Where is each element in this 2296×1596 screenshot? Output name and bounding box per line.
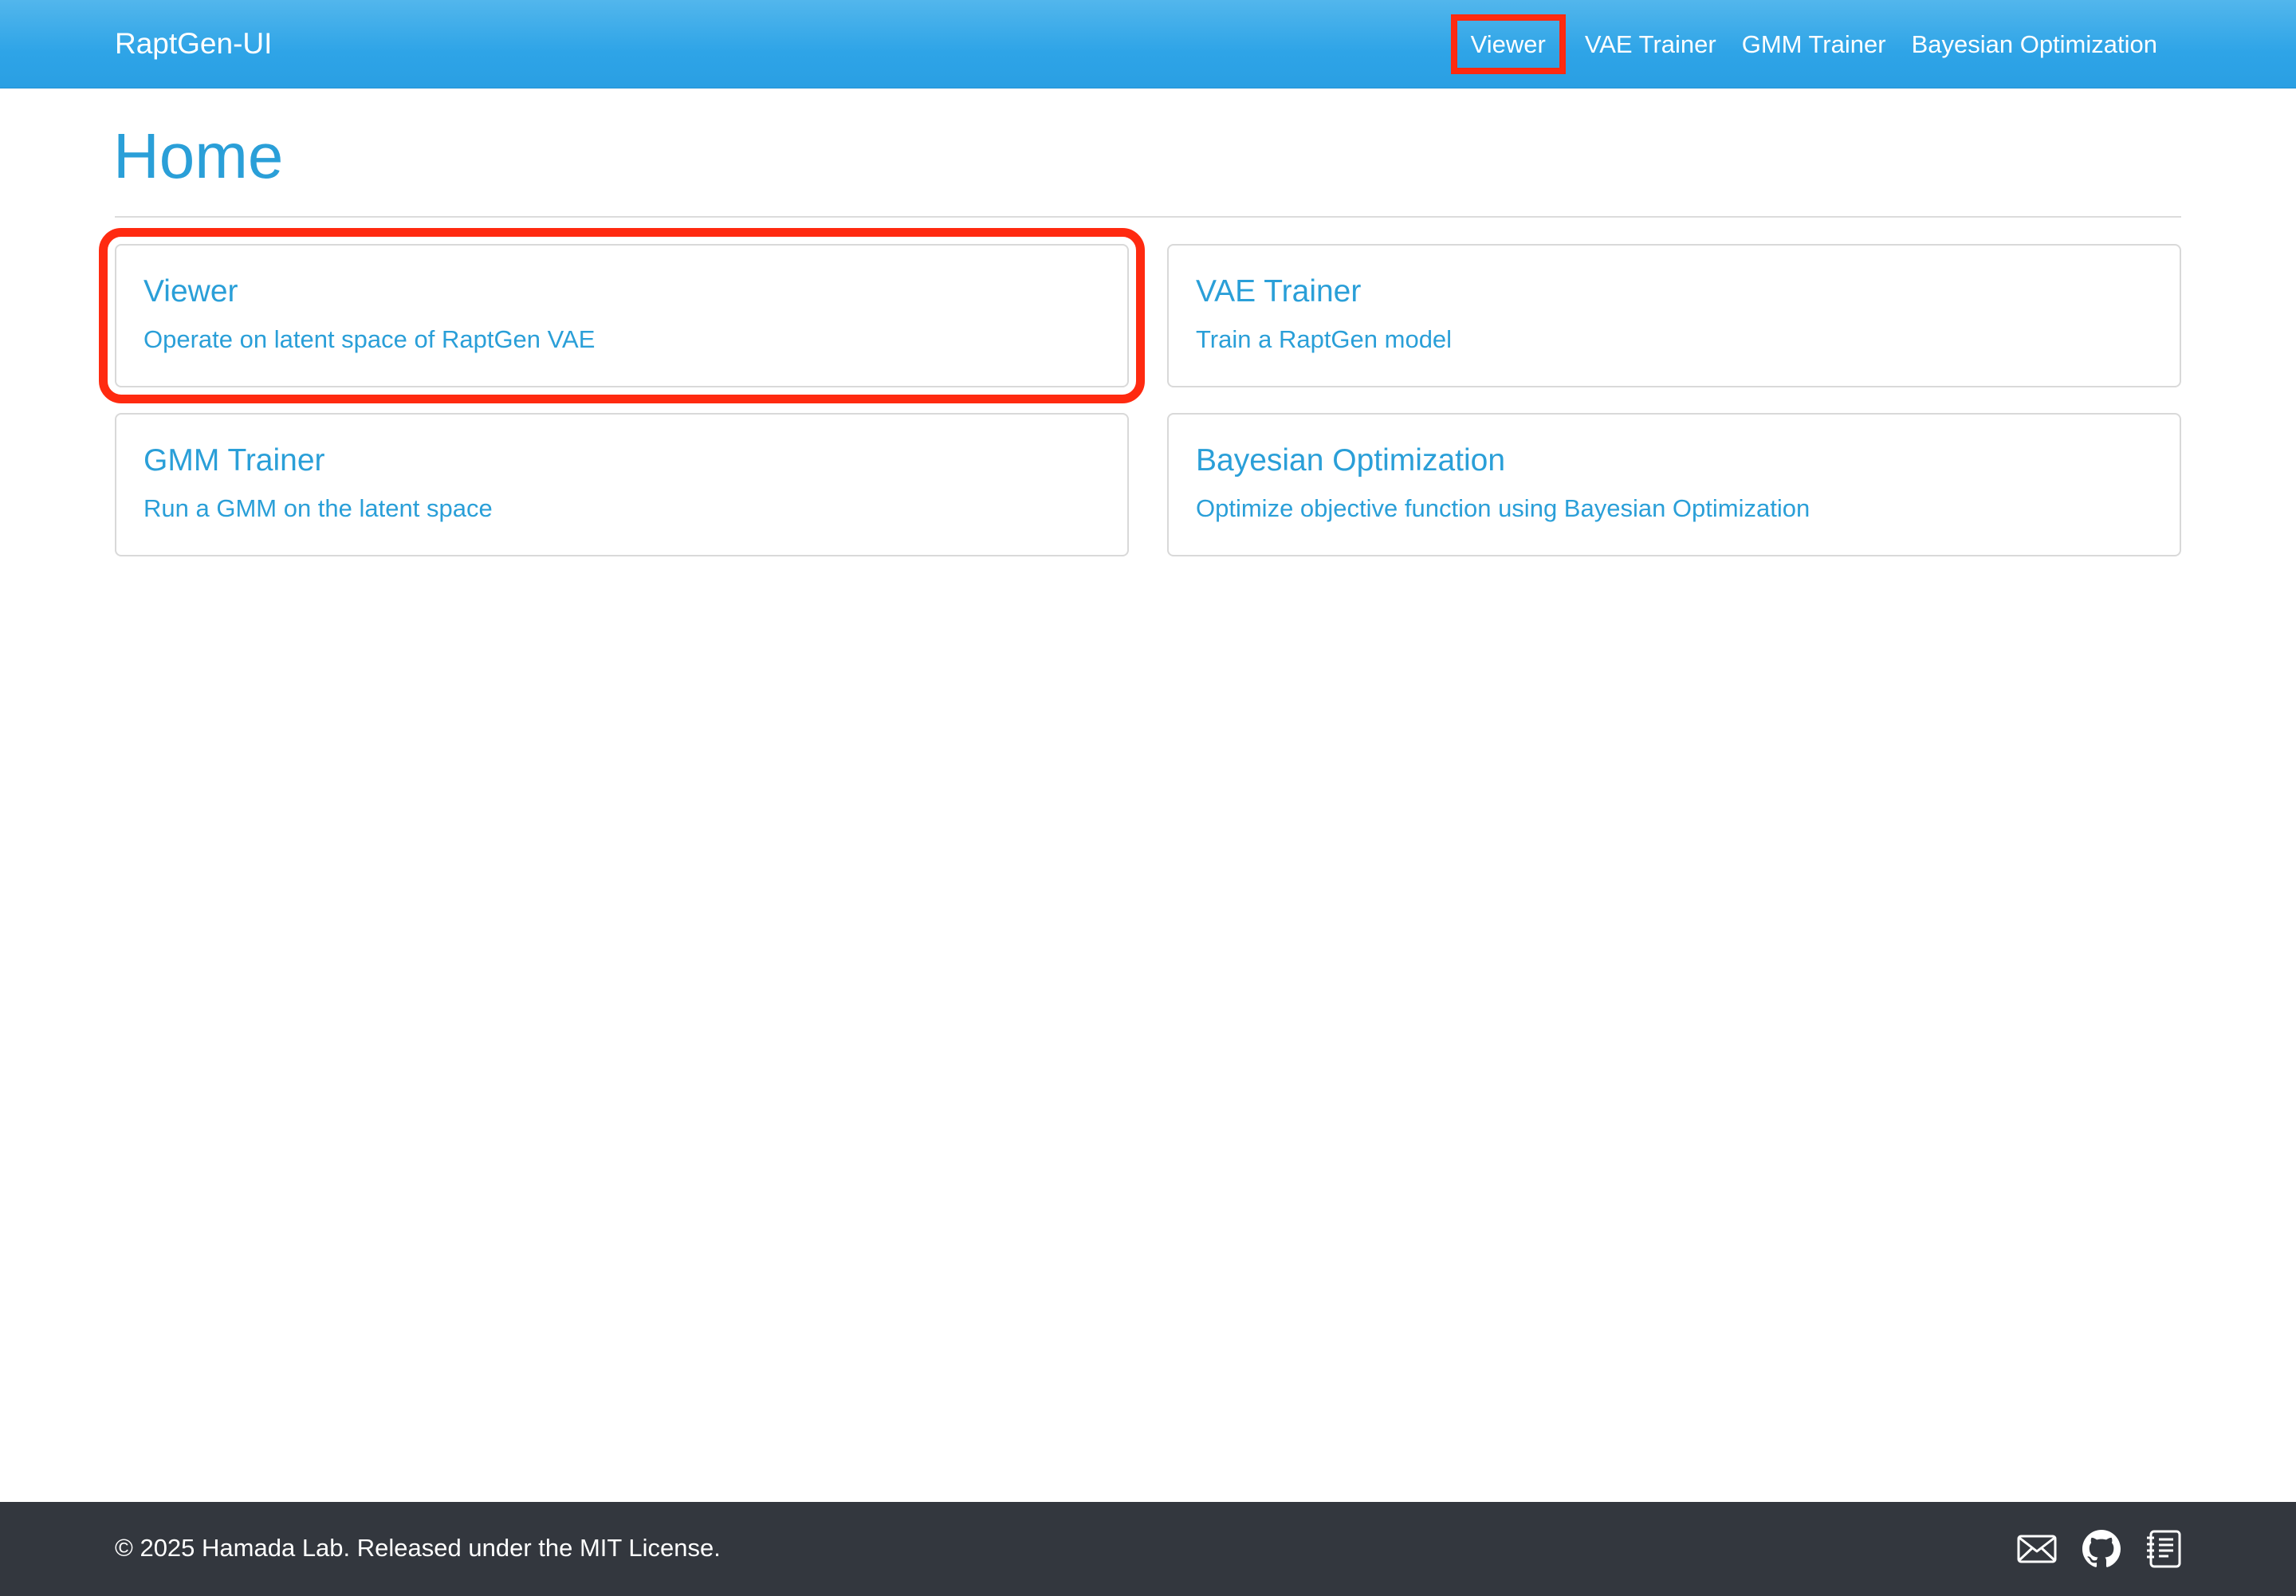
nav-link-bayesian-optimization[interactable]: Bayesian Optimization bbox=[1899, 14, 2170, 74]
card-description: Train a RaptGen model bbox=[1196, 325, 1453, 353]
card-title: Bayesian Optimization bbox=[1196, 443, 1506, 478]
card-gmm-trainer[interactable]: GMM Trainer Run a GMM on the latent spac… bbox=[115, 413, 1129, 556]
footer-icons bbox=[1991, 1527, 2181, 1570]
navbar: RaptGen-UI Viewer VAE Trainer GMM Traine… bbox=[0, 0, 2296, 88]
github-icon[interactable] bbox=[2082, 1530, 2121, 1568]
footer: © 2025 Hamada Lab. Released under the MI… bbox=[0, 1502, 2296, 1596]
nav-link-gmm-trainer[interactable]: GMM Trainer bbox=[1729, 14, 1899, 74]
card-title: GMM Trainer bbox=[144, 443, 325, 478]
card-description: Run a GMM on the latent space bbox=[144, 494, 493, 522]
nav-link-viewer[interactable]: Viewer bbox=[1450, 14, 1566, 74]
footer-copyright: © 2025 Hamada Lab. Released under the MI… bbox=[115, 1534, 721, 1562]
brand-link[interactable]: RaptGen-UI bbox=[115, 26, 272, 62]
card-bayesian-optimization[interactable]: Bayesian Optimization Optimize objective… bbox=[1167, 413, 2181, 556]
card-description: Operate on latent space of RaptGen VAE bbox=[144, 325, 596, 353]
card-viewer[interactable]: Viewer Operate on latent space of RaptGe… bbox=[99, 228, 1145, 403]
card-title: Viewer bbox=[144, 274, 238, 309]
page: RaptGen-UI Viewer VAE Trainer GMM Traine… bbox=[0, 0, 2296, 1596]
envelope-icon[interactable] bbox=[2017, 1533, 2057, 1565]
nav-link-vae-trainer[interactable]: VAE Trainer bbox=[1572, 14, 1729, 74]
card-description: Optimize objective function using Bayesi… bbox=[1196, 494, 1810, 522]
card-title: VAE Trainer bbox=[1196, 274, 1362, 309]
card-vae-trainer[interactable]: VAE Trainer Train a RaptGen model bbox=[1167, 244, 2181, 387]
nav-links: Viewer VAE Trainer GMM Trainer Bayesian … bbox=[1450, 14, 2170, 74]
title-divider bbox=[115, 216, 2181, 218]
page-title: Home bbox=[113, 120, 284, 191]
journal-text-icon[interactable] bbox=[2146, 1530, 2181, 1568]
